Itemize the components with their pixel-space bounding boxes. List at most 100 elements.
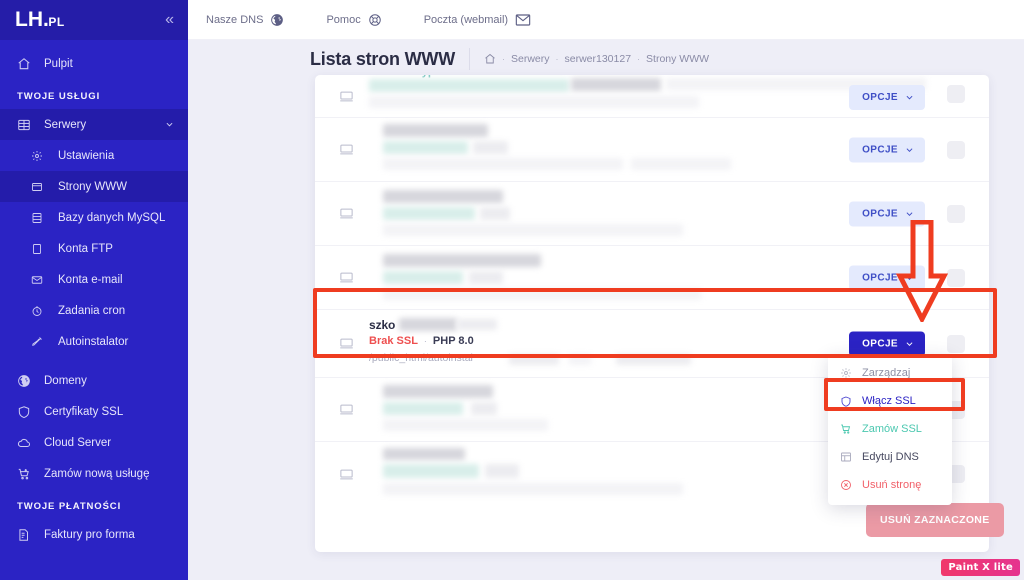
- sidebar-item-label: Faktury pro forma: [44, 528, 135, 541]
- menu-item-zamow-ssl[interactable]: Zamów SSL: [828, 415, 952, 443]
- sidebar-item-label: Ustawienia: [58, 149, 115, 162]
- row-checkbox[interactable]: [947, 204, 965, 223]
- sidebar-item-cloud-server[interactable]: Cloud Server: [0, 427, 188, 458]
- sidebar-item-konta-ftp[interactable]: Konta FTP: [0, 233, 188, 264]
- table-row[interactable]: Let's Encrypt SSL · PHP 7.4 OPCJE: [315, 75, 989, 118]
- breadcrumb-item-strony-www[interactable]: Strony WWW: [646, 53, 709, 65]
- sidebar-item-label: Bazy danych MySQL: [58, 211, 166, 224]
- php-version: PHP 7.4: [478, 75, 519, 78]
- topbar-link-pomoc[interactable]: Pomoc: [326, 13, 381, 27]
- sidebar-item-bazy-danych-mysql[interactable]: Bazy danych MySQL: [0, 202, 188, 233]
- row-meta: Brak SSL · PHP 8.0: [369, 335, 474, 347]
- opcje-button-active[interactable]: OPCJE: [849, 331, 925, 356]
- ssl-status: Let's Encrypt SSL: [369, 75, 463, 78]
- sidebar-item-konta-email[interactable]: Konta e-mail: [0, 264, 188, 295]
- row-meta: Let's Encrypt SSL · PHP 7.4: [369, 75, 518, 78]
- row-checkbox[interactable]: [947, 85, 965, 103]
- sidebar-item-strony-www[interactable]: Strony WWW: [0, 171, 188, 202]
- monitor-icon: [339, 270, 361, 285]
- logo-lh: LH: [15, 8, 43, 31]
- redacted-bar: [383, 418, 548, 431]
- database-icon: [31, 212, 53, 224]
- breadcrumb-item-serwer130127[interactable]: serwer130127: [565, 53, 632, 65]
- sidebar-item-label: Certyfikaty SSL: [44, 405, 124, 418]
- menu-item-wlacz-ssl[interactable]: Włącz SSL: [828, 387, 952, 415]
- breadcrumb-item-serwery[interactable]: Serwery: [511, 53, 550, 65]
- redacted-bar: [631, 157, 731, 170]
- home-icon[interactable]: [484, 53, 496, 65]
- opcje-button[interactable]: OPCJE: [849, 265, 925, 290]
- breadcrumb-separator: ·: [637, 54, 641, 64]
- page-title: Lista stron WWW: [310, 48, 455, 69]
- gear-icon: [840, 367, 853, 379]
- sidebar-item-zadania-cron[interactable]: Zadania cron: [0, 295, 188, 326]
- sidebar-item-zamow-nowa-usluge[interactable]: Zamów nową usługę: [0, 458, 188, 489]
- delete-selected-button[interactable]: USUŃ ZAZNACZONE: [866, 503, 1004, 537]
- redacted-bar: [383, 123, 488, 137]
- table-row[interactable]: OPCJE: [315, 182, 989, 246]
- topbar-label: Nasze DNS: [206, 13, 264, 26]
- chevron-down-icon: [165, 120, 174, 129]
- cloud-icon: [17, 436, 39, 450]
- opcje-button[interactable]: OPCJE: [849, 201, 925, 226]
- clock-icon: [31, 305, 53, 317]
- sidebar-item-label: Cloud Server: [44, 436, 112, 449]
- table-row[interactable]: OPCJE: [315, 118, 989, 182]
- sidebar-item-label: Konta FTP: [58, 242, 113, 255]
- invoice-icon: [17, 528, 39, 542]
- redacted-bar: [616, 353, 691, 365]
- separator: ·: [423, 335, 427, 346]
- opcje-label: OPCJE: [862, 272, 898, 283]
- envelope-icon: [31, 274, 53, 286]
- monitor-icon: [339, 206, 361, 221]
- lifebuoy-icon: [368, 13, 382, 27]
- sidebar-item-pulpit[interactable]: Pulpit: [0, 48, 188, 79]
- opcje-button[interactable]: OPCJE: [849, 137, 925, 162]
- topbar-link-nasze-dns[interactable]: Nasze DNS: [206, 13, 284, 27]
- opcje-button[interactable]: OPCJE: [849, 85, 925, 110]
- sidebar-item-faktury-pro-forma[interactable]: Faktury pro forma: [0, 519, 188, 550]
- sidebar-item-certyfikaty-ssl[interactable]: Certyfikaty SSL: [0, 396, 188, 427]
- x-circle-icon: [840, 479, 853, 491]
- table-row[interactable]: OPCJE: [315, 246, 989, 310]
- chevron-double-left-icon[interactable]: «: [165, 12, 174, 28]
- globe-icon: [17, 374, 39, 388]
- redacted-bar: [571, 78, 661, 91]
- menu-item-zarzadzaj[interactable]: Zarządzaj: [828, 359, 952, 387]
- breadcrumb-separator: ·: [555, 54, 559, 64]
- redacted-bar: [457, 318, 497, 330]
- sidebar-section-payments: TWOJE PŁATNOŚCI: [17, 501, 122, 512]
- sidebar-item-label: Strony WWW: [58, 180, 127, 193]
- sidebar: LH. PL « Pulpit TWOJE USŁUGI Serwery Ust…: [0, 0, 188, 580]
- menu-item-label: Zamów SSL: [862, 423, 922, 435]
- redacted-bar: [383, 206, 475, 220]
- sidebar-item-autoinstalator[interactable]: Autoinstalator: [0, 326, 188, 357]
- menu-item-usun-strone[interactable]: Usuń stronę: [828, 471, 952, 499]
- menu-item-edytuj-dns[interactable]: Edytuj DNS: [828, 443, 952, 471]
- redacted-bar: [383, 401, 463, 415]
- sidebar-item-ustawienia[interactable]: Ustawienia: [0, 140, 188, 171]
- row-checkbox[interactable]: [947, 140, 965, 159]
- topbar-label: Poczta (webmail): [423, 13, 509, 26]
- monitor-icon: [339, 402, 361, 417]
- topbar: Nasze DNS Pomoc Poczta (webmail): [188, 0, 1024, 40]
- shield-icon: [17, 405, 39, 419]
- chevron-down-icon: [905, 339, 914, 348]
- watermark: Paint X lite: [941, 559, 1020, 576]
- redacted-bar: [383, 270, 463, 284]
- logo[interactable]: LH. PL: [15, 8, 65, 32]
- topbar-link-poczta-webmail[interactable]: Poczta (webmail): [424, 13, 531, 27]
- sidebar-item-domeny[interactable]: Domeny: [0, 365, 188, 396]
- sidebar-item-label: Serwery: [44, 118, 87, 131]
- divider: [468, 48, 470, 70]
- redacted-bar: [509, 353, 559, 365]
- row-checkbox[interactable]: [947, 268, 965, 287]
- opcje-label: OPCJE: [862, 144, 898, 155]
- cart-icon: [840, 423, 853, 435]
- php-version: PHP 8.0: [432, 334, 474, 347]
- sidebar-item-serwery[interactable]: Serwery: [0, 109, 188, 140]
- redacted-bar: [369, 79, 569, 92]
- row-checkbox[interactable]: [947, 334, 965, 353]
- sidebar-item-label: Zadania cron: [58, 304, 126, 317]
- redacted-bar: [383, 223, 683, 236]
